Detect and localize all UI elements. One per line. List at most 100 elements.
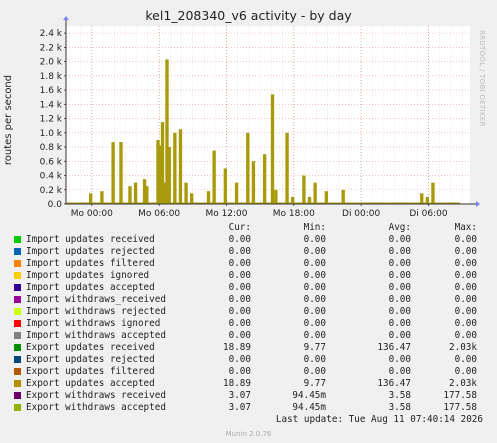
legend-swatch [14, 344, 21, 351]
legend-name: Import updates filtered [26, 258, 155, 269]
legend-cur: 3.07 [228, 402, 251, 413]
series-bar [119, 142, 123, 204]
legend-cur: 0.00 [228, 306, 251, 317]
legend-row: Import withdraws accepted 0.00 0.00 0.00 0.0… [0, 330, 497, 342]
legend-row: Export withdraws accepted 3.07 94.45m 3.58 1… [0, 402, 497, 414]
legend-min: 0.00 [303, 366, 326, 377]
x-tick-label: Mo 12:00 [205, 209, 247, 219]
legend-swatch [14, 356, 21, 363]
legend-swatch [14, 260, 21, 267]
legend-name: Export withdraws received [26, 390, 166, 401]
legend-max: 0.00 [454, 270, 477, 281]
legend-swatch [14, 368, 21, 375]
header-max: Max: [454, 222, 477, 233]
legend-swatch [14, 248, 21, 255]
legend-max: 0.00 [454, 258, 477, 269]
legend-name: Export updates rejected [26, 354, 155, 365]
legend-min: 94.45m [292, 402, 326, 413]
legend-row: Import updates filtered 0.00 0.00 0.00 0.00 [0, 258, 497, 270]
series-bar [223, 168, 228, 204]
legend-cur: 0.00 [228, 246, 251, 257]
legend-max: 0.00 [454, 246, 477, 257]
legend-cur: 18.89 [223, 378, 251, 389]
legend-min: 9.77 [303, 378, 326, 389]
y-tick-labels: 0.0 0.2 k 0.4 k 0.6 k 0.8 k 1.0 k 1.2 k 1.4 k 1.… [40, 29, 63, 210]
y-tick-label: 1.2 k [40, 115, 63, 125]
legend-name: Export updates filtered [26, 366, 155, 377]
series-bar [431, 182, 435, 204]
legend-cur: 0.00 [228, 258, 251, 269]
series-bar [173, 132, 177, 204]
series-bar [178, 129, 183, 204]
y-tick-label: 2.0 k [40, 58, 63, 68]
y-tick-label: 1.8 k [40, 72, 63, 82]
legend-max: 0.00 [454, 234, 477, 245]
legend-max: 177.58 [443, 390, 477, 401]
legend-min: 0.00 [303, 318, 326, 329]
legend-row: Import updates received 0.00 0.00 0.00 0.00 [0, 234, 497, 246]
legend-name: Import updates accepted [26, 282, 155, 293]
legend-cur: 0.00 [228, 354, 251, 365]
legend-cur: 0.00 [228, 318, 251, 329]
plot-area: 0.0 0.2 k 0.4 k 0.6 k 0.8 k 1.0 k 1.2 k 1.4 k 1.… [40, 16, 480, 219]
series-bar [420, 193, 424, 204]
header-cur: Cur: [228, 222, 251, 233]
series-bar [184, 182, 188, 204]
legend-name: Import withdraws_received [26, 294, 166, 305]
legend-max: 0.00 [454, 282, 477, 293]
legend-row: Export updates accepted 18.89 9.77 136.47 2.… [0, 378, 497, 390]
series-bar [145, 186, 149, 204]
legend-max: 0.00 [454, 318, 477, 329]
legend-min: 0.00 [303, 306, 326, 317]
legend-swatch [14, 296, 21, 303]
y-tick-label: 0.6 k [40, 157, 63, 167]
y-axis-arrow [63, 16, 69, 20]
legend-name: Import withdraws ignored [26, 318, 161, 329]
last-update: Last update: Tue Aug 11 07:40:14 2026 [275, 414, 483, 425]
legend-max: 0.00 [454, 366, 477, 377]
series-bar [190, 193, 194, 204]
legend-min: 0.00 [303, 354, 326, 365]
series-bar [111, 142, 115, 204]
series-bar [341, 189, 345, 204]
y-tick-label: 1.4 k [40, 100, 63, 110]
legend-max: 0.00 [454, 294, 477, 305]
legend-cur: 0.00 [228, 294, 251, 305]
legend-cur: 0.00 [228, 234, 251, 245]
series-bar [167, 147, 171, 204]
series-bar [89, 193, 93, 204]
legend-swatch [14, 236, 21, 243]
header-min: Min: [303, 222, 326, 233]
legend-cur: 18.89 [223, 342, 251, 353]
legend-min: 0.00 [303, 258, 326, 269]
series-bar [324, 191, 329, 204]
legend-swatch [14, 332, 21, 339]
series-bar [251, 161, 256, 204]
legend-min: 0.00 [303, 294, 326, 305]
series-bar [234, 182, 239, 204]
y-tick-label: 2.2 k [40, 43, 63, 53]
y-tick-label: 2.4 k [40, 29, 63, 39]
legend-name: Import updates ignored [26, 270, 150, 281]
legend-swatch [14, 404, 21, 411]
legend-max: 0.00 [454, 330, 477, 341]
legend-swatch [14, 320, 21, 327]
x-tick-label: Di 00:00 [342, 209, 381, 219]
x-tick-label: Mo 18:00 [273, 209, 315, 219]
legend-min: 0.00 [303, 234, 326, 245]
munin-version: Munin 2.0.76 [225, 430, 272, 438]
legend-cur: 0.00 [228, 270, 251, 281]
series-bar [313, 182, 317, 204]
legend-cur: 0.00 [228, 282, 251, 293]
series-bar [212, 150, 216, 204]
x-tick-label: Mo 00:00 [71, 209, 113, 219]
legend-row: Import updates rejected 0.00 0.00 0.00 0.00 [0, 246, 497, 258]
legend-row: Import withdraws_received 0.00 0.00 0.00 0.0… [0, 294, 497, 306]
series-bar [133, 182, 138, 204]
legend-swatch [14, 380, 21, 387]
legend-name: Import withdraws accepted [26, 330, 166, 341]
legend-max: 2.03k [449, 342, 477, 353]
y-tick-label: 0.2 k [40, 186, 63, 196]
legend-row: Export updates filtered 0.00 0.00 0.00 0.00 [0, 366, 497, 378]
legend-name: Export withdraws accepted [26, 402, 166, 413]
